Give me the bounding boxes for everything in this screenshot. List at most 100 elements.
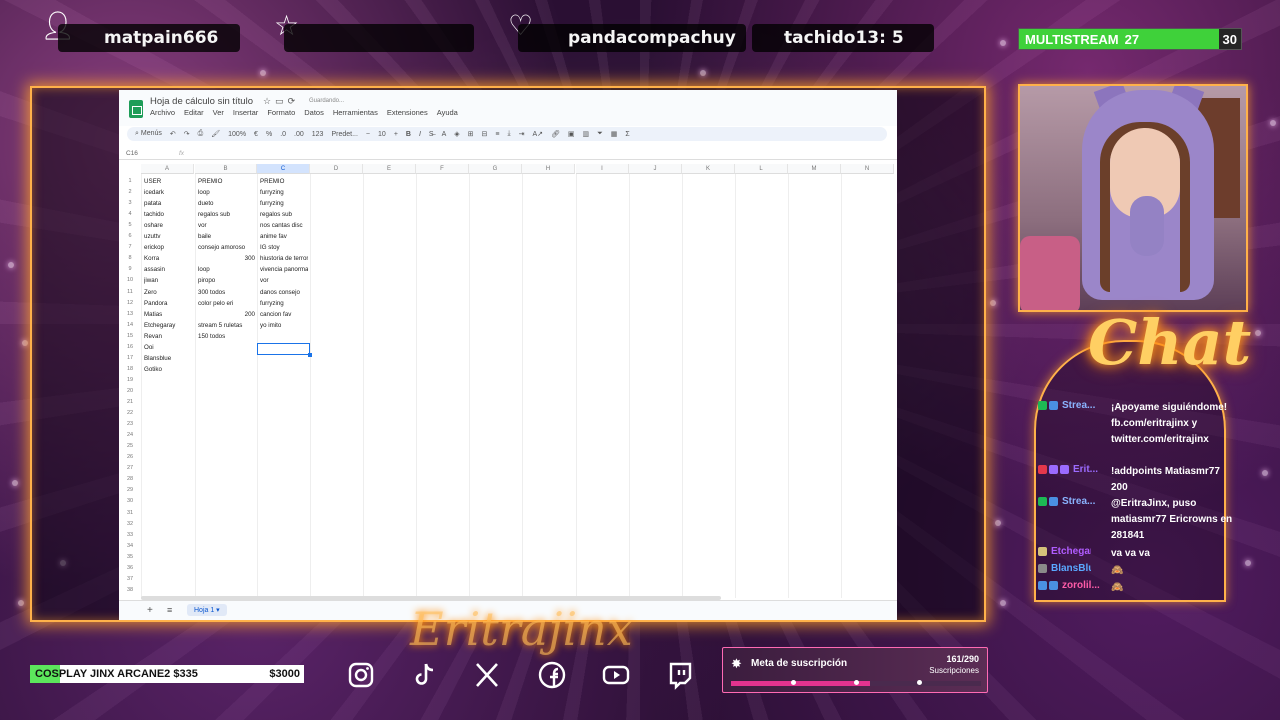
column-header-f[interactable]: F bbox=[416, 164, 469, 174]
cell-c12[interactable]: furryzing bbox=[260, 300, 308, 307]
wrap-icon[interactable]: ⇥ bbox=[519, 130, 525, 138]
column-header-g[interactable]: G bbox=[469, 164, 522, 174]
percent-format-button[interactable]: % bbox=[266, 131, 272, 138]
row-header[interactable]: 35 bbox=[119, 554, 141, 560]
row-header[interactable]: 32 bbox=[119, 521, 141, 527]
row-header[interactable]: 12 bbox=[119, 300, 141, 306]
comment-icon[interactable]: ▣ bbox=[568, 130, 575, 138]
menu-item-ver[interactable]: Ver bbox=[213, 108, 224, 117]
borders-icon[interactable]: ⊞ bbox=[468, 130, 474, 138]
column-header-m[interactable]: M bbox=[788, 164, 841, 174]
menu-item-editar[interactable]: Editar bbox=[184, 108, 204, 117]
row-header[interactable]: 27 bbox=[119, 465, 141, 471]
number-format-button[interactable]: 123 bbox=[312, 131, 324, 138]
row-header[interactable]: 24 bbox=[119, 432, 141, 438]
filter-icon[interactable]: ⏷ bbox=[597, 130, 603, 138]
cell-c2[interactable]: furryzing bbox=[260, 189, 308, 196]
column-header-k[interactable]: K bbox=[682, 164, 735, 174]
chat-username[interactable]: BlansBlue bbox=[1051, 563, 1091, 574]
cell-b5[interactable]: vor bbox=[198, 222, 255, 229]
row-header[interactable]: 11 bbox=[119, 289, 141, 295]
row-header[interactable]: 15 bbox=[119, 333, 141, 339]
font-size-field[interactable]: 10 bbox=[378, 131, 386, 138]
row-header[interactable]: 1 bbox=[119, 178, 141, 184]
row-header[interactable]: 26 bbox=[119, 454, 141, 460]
column-header-i[interactable]: I bbox=[576, 164, 629, 174]
cell-b2[interactable]: loop bbox=[198, 189, 255, 196]
row-header[interactable]: 2 bbox=[119, 189, 141, 195]
font-select[interactable]: Predet... bbox=[331, 131, 357, 138]
row-header[interactable]: 29 bbox=[119, 487, 141, 493]
cell-b7[interactable]: consejo amoroso bbox=[198, 244, 255, 251]
row-header[interactable]: 25 bbox=[119, 443, 141, 449]
column-header-c[interactable]: C bbox=[257, 164, 310, 174]
column-header-l[interactable]: L bbox=[735, 164, 788, 174]
rotate-icon[interactable]: A↗ bbox=[532, 130, 543, 138]
menu-item-archivo[interactable]: Archivo bbox=[150, 108, 175, 117]
currency-format-button[interactable]: € bbox=[254, 131, 258, 138]
bold-button[interactable]: B bbox=[406, 131, 411, 138]
cell-b12[interactable]: color pelo eri bbox=[198, 300, 255, 307]
cell-a12[interactable]: Pandora bbox=[144, 300, 192, 307]
chat-username[interactable]: Erit... bbox=[1073, 464, 1113, 475]
cell-a9[interactable]: assasin bbox=[144, 266, 192, 273]
cell-c10[interactable]: vor bbox=[260, 277, 308, 284]
redo-icon[interactable]: ↷ bbox=[184, 130, 190, 138]
menu-item-datos[interactable]: Datos bbox=[304, 108, 324, 117]
font-size-increase[interactable]: + bbox=[394, 131, 398, 138]
row-header[interactable]: 4 bbox=[119, 211, 141, 217]
chat-username[interactable]: Etchegar... bbox=[1051, 546, 1091, 557]
font-size-decrease[interactable]: − bbox=[366, 131, 370, 138]
twitch-icon[interactable] bbox=[665, 660, 695, 690]
menu-item-insertar[interactable]: Insertar bbox=[233, 108, 258, 117]
cell-c7[interactable]: IG stoy bbox=[260, 244, 308, 251]
cell-a15[interactable]: Revan bbox=[144, 333, 192, 340]
tiktok-icon[interactable] bbox=[410, 660, 440, 690]
chat-username[interactable]: Strea... bbox=[1062, 400, 1102, 411]
row-header[interactable]: 21 bbox=[119, 399, 141, 405]
cell-c6[interactable]: anime fav bbox=[260, 233, 308, 240]
sheet-title[interactable]: Hoja de cálculo sin título bbox=[150, 96, 253, 107]
sheet-tab[interactable]: Hoja 1 ▾ bbox=[187, 604, 227, 616]
cell-b1[interactable]: PREMIO bbox=[198, 178, 255, 185]
move-folder-icon[interactable]: ▭ bbox=[275, 96, 288, 106]
cell-c9[interactable]: vivencia panormal bbox=[260, 266, 308, 273]
row-header[interactable]: 13 bbox=[119, 311, 141, 317]
column-header-h[interactable]: H bbox=[522, 164, 575, 174]
functions-icon[interactable]: Σ bbox=[625, 131, 629, 138]
cell-a11[interactable]: Zero bbox=[144, 289, 192, 296]
row-header[interactable]: 23 bbox=[119, 421, 141, 427]
cell-c14[interactable]: yo imito bbox=[260, 322, 308, 329]
facebook-icon[interactable] bbox=[537, 660, 567, 690]
row-header[interactable]: 8 bbox=[119, 255, 141, 261]
cell-a2[interactable]: icedark bbox=[144, 189, 192, 196]
column-header-b[interactable]: B bbox=[195, 164, 257, 174]
row-header[interactable]: 9 bbox=[119, 266, 141, 272]
cell-a3[interactable]: patata bbox=[144, 200, 192, 207]
fill-color-icon[interactable]: ◈ bbox=[454, 130, 459, 138]
menu-item-extensiones[interactable]: Extensiones bbox=[387, 108, 428, 117]
column-header-a[interactable]: A bbox=[141, 164, 194, 174]
row-header[interactable]: 6 bbox=[119, 233, 141, 239]
row-header[interactable]: 18 bbox=[119, 366, 141, 372]
strikethrough-icon[interactable]: S̶ bbox=[429, 131, 434, 138]
row-header[interactable]: 31 bbox=[119, 510, 141, 516]
merge-cells-icon[interactable]: ⊟ bbox=[482, 130, 488, 138]
cell-b13[interactable]: 200 bbox=[198, 311, 255, 318]
cell-a17[interactable]: Blansblue bbox=[144, 355, 192, 362]
column-header-j[interactable]: J bbox=[629, 164, 682, 174]
cell-b15[interactable]: 150 todos bbox=[198, 333, 255, 340]
cell-a16[interactable]: Ooi bbox=[144, 344, 192, 351]
chat-username[interactable]: Strea... bbox=[1062, 496, 1102, 507]
cell-a4[interactable]: tachido bbox=[144, 211, 192, 218]
menu-item-formato[interactable]: Formato bbox=[267, 108, 295, 117]
cell-a8[interactable]: Korra bbox=[144, 255, 192, 262]
row-header[interactable]: 33 bbox=[119, 532, 141, 538]
chat-username[interactable]: zorolil... bbox=[1062, 580, 1102, 591]
filter-views-icon[interactable]: ▦ bbox=[611, 130, 618, 138]
row-header[interactable]: 28 bbox=[119, 476, 141, 482]
column-header-e[interactable]: E bbox=[363, 164, 416, 174]
star-icon[interactable]: ☆ bbox=[263, 96, 275, 106]
link-icon[interactable]: 🔗︎ bbox=[551, 130, 560, 138]
print-icon[interactable]: ⎙ bbox=[198, 130, 204, 138]
